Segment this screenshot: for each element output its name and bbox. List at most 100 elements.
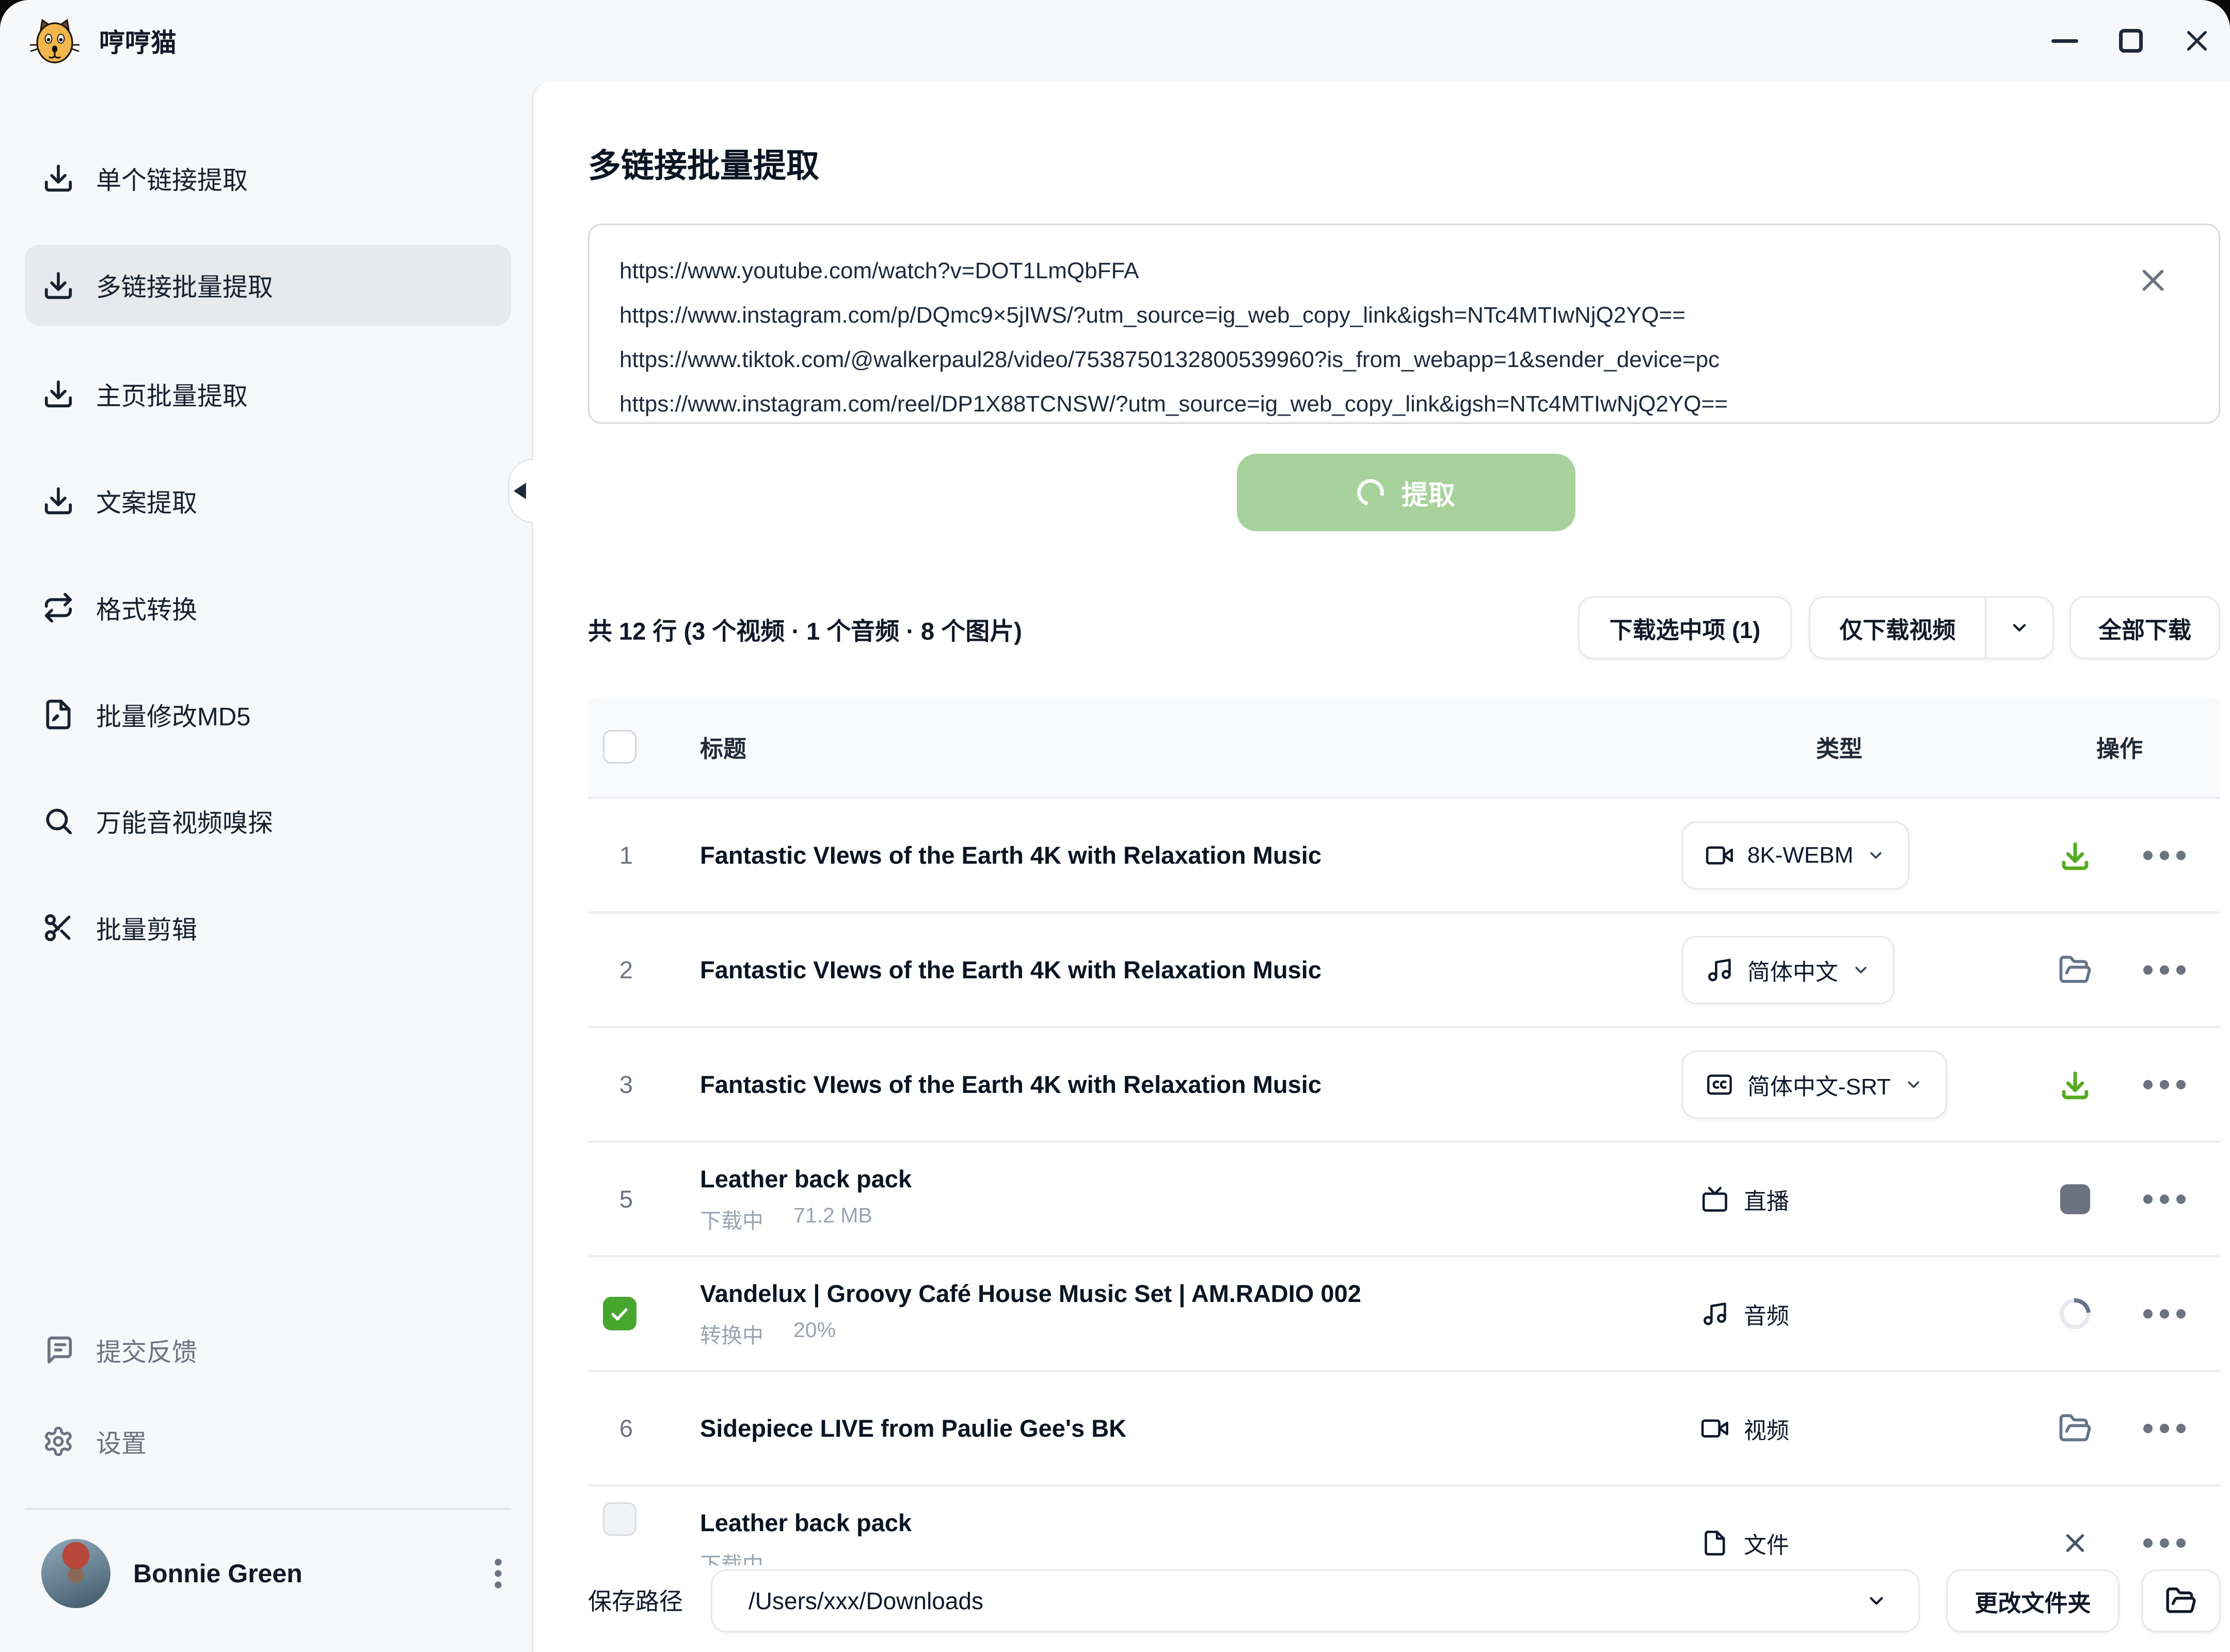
- sidebar-item-label: 文案提取: [96, 483, 197, 519]
- column-header-type: 类型: [1682, 730, 2028, 764]
- type-label: 8K-WEBM: [1747, 843, 1853, 868]
- download-video-only-split-button[interactable]: 仅下载视频: [1809, 596, 2054, 659]
- stop-button[interactable]: [2057, 1181, 2093, 1217]
- status-text: 转换中: [700, 1318, 763, 1349]
- download-all-button[interactable]: 全部下载: [2069, 596, 2220, 659]
- type-label: 直播: [1744, 1183, 1789, 1216]
- more-actions-button[interactable]: [2141, 1193, 2188, 1205]
- sidebar-divider: [25, 1508, 511, 1510]
- sidebar-item-settings[interactable]: 设置: [25, 1400, 511, 1483]
- type-select-dropdown[interactable]: 简体中文-SRT: [1682, 1051, 1947, 1119]
- change-folder-button[interactable]: 更改文件夹: [1946, 1569, 2120, 1632]
- sidebar-item-batch-edit[interactable]: 批量剪辑: [25, 886, 511, 969]
- dropdown-toggle[interactable]: [1986, 617, 2052, 638]
- maximize-button[interactable]: [2098, 0, 2164, 82]
- table-row: Vandelux | Groovy Café House Music Set |…: [588, 1255, 2220, 1370]
- video-camera-icon: [1706, 842, 1733, 869]
- converting-progress: [2057, 1296, 2093, 1332]
- loading-spinner-icon: [1352, 474, 1389, 511]
- sidebar-item-format-convert[interactable]: 格式转换: [25, 566, 511, 649]
- feedback-icon: [41, 1333, 75, 1367]
- sidebar-item-batch-modify-md5[interactable]: 批量修改MD5: [25, 673, 511, 756]
- type-indicator: 视频: [1682, 1412, 1789, 1445]
- more-actions-button[interactable]: [2141, 1537, 2188, 1549]
- row-title: Sidepiece LIVE from Paulie Gee's BK: [700, 1413, 1682, 1443]
- type-label: 音频: [1744, 1297, 1789, 1330]
- search-icon: [41, 804, 75, 838]
- open-folder-button[interactable]: [2057, 952, 2093, 988]
- more-actions-button[interactable]: [2141, 1422, 2188, 1435]
- type-label: 视频: [1744, 1412, 1789, 1445]
- clear-input-button[interactable]: [2135, 262, 2171, 298]
- status-text: 下载中: [700, 1203, 763, 1234]
- row-checkbox-checked[interactable]: [603, 1297, 636, 1330]
- kebab-horizontal-icon: [2141, 1308, 2188, 1320]
- gear-icon: [41, 1424, 75, 1458]
- chevron-left-icon: [514, 483, 526, 499]
- sidebar-item-label: 多链接批量提取: [96, 267, 273, 304]
- row-checkbox[interactable]: [603, 1502, 636, 1536]
- save-path-value: /Users/xxx/Downloads: [748, 1587, 1866, 1615]
- close-icon: [2183, 26, 2211, 55]
- download-icon: [41, 268, 75, 303]
- folder-open-icon: [2165, 1585, 2197, 1617]
- kebab-horizontal-icon: [2141, 1422, 2188, 1435]
- download-button[interactable]: [2057, 1067, 2093, 1103]
- app-logo-cat-icon: [30, 16, 79, 66]
- sidebar: 单个链接提取 多链接批量提取 主页批量提取 文案提取 格式转换: [0, 82, 532, 1652]
- close-button[interactable]: [2164, 0, 2230, 82]
- sidebar-item-label: 万能音视频嗅探: [96, 803, 273, 839]
- status-value: 71.2 MB: [793, 1203, 872, 1234]
- cancel-button[interactable]: [2057, 1525, 2093, 1561]
- sidebar-item-multi-link-batch-extract[interactable]: 多链接批量提取: [25, 245, 511, 326]
- folder-open-icon: [2058, 1411, 2092, 1446]
- kebab-horizontal-icon: [2141, 1537, 2188, 1549]
- user-menu-button[interactable]: [480, 1556, 516, 1591]
- sidebar-item-universal-sniffer[interactable]: 万能音视频嗅探: [25, 780, 511, 862]
- sidebar-item-homepage-batch-extract[interactable]: 主页批量提取: [25, 353, 511, 435]
- kebab-horizontal-icon: [2141, 1078, 2188, 1091]
- titlebar: 哼哼猫: [0, 0, 2230, 82]
- more-actions-button[interactable]: [2141, 964, 2188, 976]
- app-title: 哼哼猫: [99, 22, 177, 59]
- type-indicator: 直播: [1682, 1183, 1789, 1216]
- user-profile[interactable]: Bonnie Green: [25, 1530, 516, 1617]
- row-number: 3: [588, 1070, 651, 1099]
- chevron-down-icon: [2009, 617, 2030, 638]
- download-selected-button[interactable]: 下载选中项 (1): [1578, 596, 1792, 659]
- more-actions-button[interactable]: [2141, 849, 2188, 862]
- more-actions-button[interactable]: [2141, 1308, 2188, 1320]
- minimize-button[interactable]: [2032, 0, 2098, 82]
- select-all-checkbox[interactable]: [603, 730, 636, 764]
- main-content: 多链接批量提取 https://www.youtube.com/watch?v=…: [532, 82, 2230, 1652]
- url-line: https://www.tiktok.com/@walkerpaul28/vid…: [619, 338, 2115, 382]
- row-title: Leather back pack: [700, 1164, 1682, 1194]
- table-row: 5 Leather back pack 下载中 71.2 MB 直播: [588, 1140, 2220, 1255]
- more-actions-button[interactable]: [2141, 1078, 2188, 1091]
- sidebar-item-submit-feedback[interactable]: 提交反馈: [25, 1309, 511, 1391]
- type-select-dropdown[interactable]: 简体中文: [1682, 936, 1894, 1004]
- table-row: 3 Fantastic VIews of the Earth 4K with R…: [588, 1026, 2220, 1140]
- repeat-icon: [41, 591, 75, 625]
- sidebar-item-copywriting-extract[interactable]: 文案提取: [25, 459, 511, 542]
- type-indicator: 音频: [1682, 1297, 1789, 1330]
- download-icon: [2058, 1068, 2092, 1102]
- open-folder-button[interactable]: [2057, 1410, 2093, 1447]
- type-select-dropdown[interactable]: 8K-WEBM: [1682, 821, 1909, 889]
- tv-icon: [1701, 1186, 1728, 1213]
- row-title: Leather back pack: [700, 1508, 1682, 1538]
- chevron-down-icon: [1904, 1075, 1923, 1094]
- sidebar-item-label: 批量剪辑: [96, 910, 197, 946]
- sidebar-item-single-link-extract[interactable]: 单个链接提取: [25, 137, 511, 219]
- type-label: 简体中文: [1747, 954, 1838, 987]
- extract-button[interactable]: 提取: [1237, 454, 1575, 531]
- open-save-folder-button[interactable]: [2141, 1569, 2221, 1632]
- sidebar-item-label: 单个链接提取: [96, 160, 248, 197]
- download-button[interactable]: [2057, 837, 2093, 873]
- bottom-bar: 保存路径 /Users/xxx/Downloads 更改文件夹: [533, 1565, 2230, 1652]
- save-path-select[interactable]: /Users/xxx/Downloads: [711, 1569, 1920, 1632]
- row-number: 5: [588, 1185, 651, 1213]
- row-title: Fantastic VIews of the Earth 4K with Rel…: [700, 840, 1682, 870]
- minimize-icon: [2051, 39, 2078, 43]
- url-input[interactable]: https://www.youtube.com/watch?v=DOT1LmQb…: [588, 224, 2220, 424]
